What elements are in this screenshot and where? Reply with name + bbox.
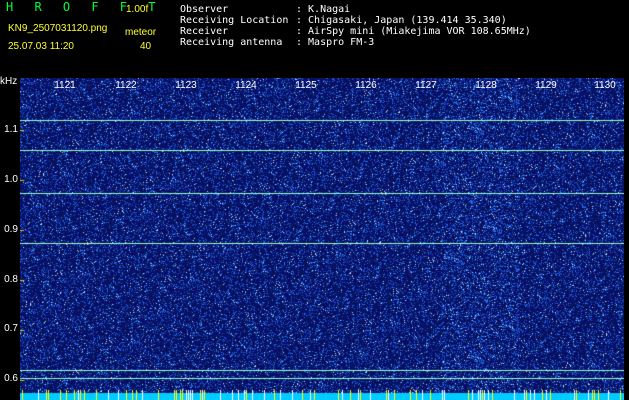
y-tick-label: 0.9	[4, 224, 18, 235]
x-tick-label: 1121	[54, 80, 76, 91]
y-tick-label: 0.8	[4, 274, 18, 285]
version-label: 1.00f	[126, 4, 149, 15]
info-label-location: Receiving Location	[180, 15, 289, 26]
x-tick-label: 1130	[594, 80, 616, 91]
filename-label: KN9_2507031120.png	[8, 23, 108, 34]
info-value-receiver: : AirSpy mini (Miakejima VOR 108.65MHz)	[296, 26, 531, 37]
spectrogram-plot	[20, 78, 624, 400]
header-panel: H R O F F T 1.00f KN9_2507031120.png met…	[0, 0, 629, 75]
y-tick-label: 0.7	[4, 323, 18, 334]
info-label-antenna: Receiving antenna	[180, 37, 283, 48]
info-label-observer: Observer	[180, 4, 229, 15]
info-value-observer: : K.Nagai	[296, 4, 351, 15]
x-tick-label: 1122	[115, 80, 137, 91]
x-tick-label: 1129	[535, 80, 557, 91]
info-value-antenna: : Maspro FM-3	[296, 37, 375, 48]
spectrogram-canvas	[20, 78, 624, 400]
x-tick-label: 1125	[295, 80, 317, 91]
x-tick-label: 1124	[235, 80, 257, 91]
y-unit-label: kHz	[0, 76, 18, 87]
x-tick-label: 1128	[475, 80, 497, 91]
x-tick-label: 1126	[355, 80, 377, 91]
y-tick-label: 1.0	[4, 174, 18, 185]
x-tick-label: 1127	[415, 80, 437, 91]
info-label-receiver: Receiver	[180, 26, 229, 37]
y-tick-label: 0.6	[4, 373, 18, 384]
mode-label: meteor	[125, 27, 157, 38]
info-value-location: : Chigasaki, Japan (139.414 35.340)	[296, 15, 507, 26]
y-tick-label: 1.1	[4, 124, 18, 135]
x-tick-label: 1123	[175, 80, 197, 91]
timestamp-label: 25.07.03 11:20	[8, 41, 74, 52]
count-label: 40	[140, 41, 152, 52]
